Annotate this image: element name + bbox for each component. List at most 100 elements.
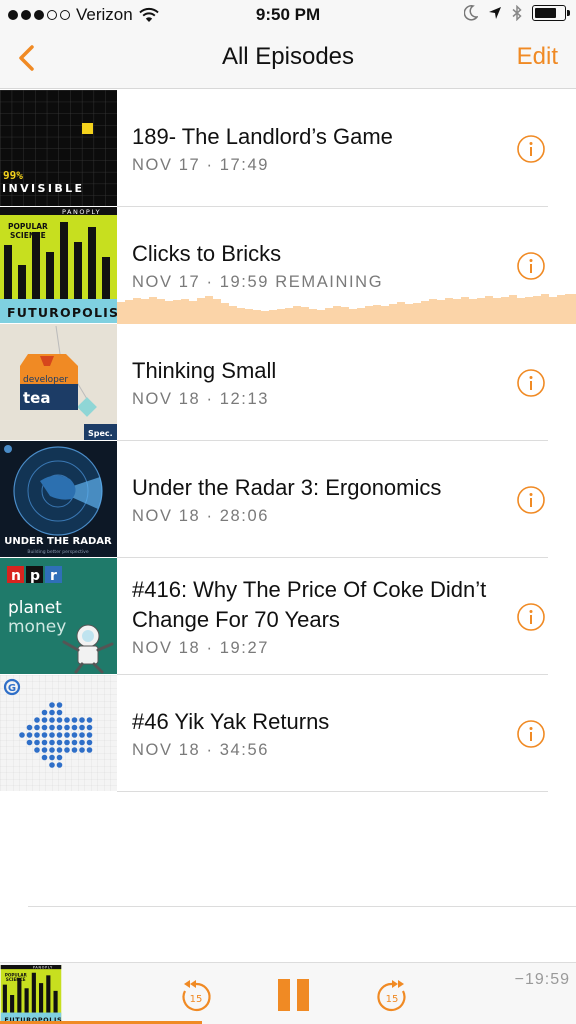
info-button[interactable] [516,719,546,749]
artwork-dot [41,724,48,731]
page-title: All Episodes [221,43,355,70]
art-text: developer [23,375,68,385]
pause-icon [278,979,309,1011]
episode-row[interactable]: G #46 Yik Yak Returns NOV 18 · 34:56 [0,675,576,792]
episode-text: #416: Why The Price Of Coke Didn’t Chang… [132,558,506,674]
status-right [464,5,570,21]
now-playing-artwork[interactable]: PANOPLY POPULAR SCIENCE FUTUROPOLIS [0,965,62,1024]
artwork-dot [56,724,63,731]
artwork-dot [71,732,78,738]
status-bar: Verizon 9:50 PM [0,0,576,30]
episode-text: Under the Radar 3: Ergonomics NOV 18 · 2… [132,441,506,557]
info-button[interactable] [516,134,546,164]
info-button[interactable] [516,251,546,281]
artwork-dot [79,747,85,753]
episode-title: #416: Why The Price Of Coke Didn’t Chang… [132,576,487,632]
info-icon [517,486,545,514]
artwork-dot [71,724,78,731]
artwork-dot [56,717,63,723]
edit-button[interactable]: Edit [517,43,558,71]
artwork-dot [26,732,33,738]
podcast-artwork-99-invisible: 99% INVISIBLE [0,90,117,206]
artwork-dot [49,754,55,761]
info-icon [517,369,545,397]
artwork-dot [49,747,55,753]
moon-icon [464,5,478,21]
episode-meta: NOV 17 · 19:59 REMAINING [132,272,384,291]
podcast-artwork-under-the-radar: UNDER THE RADAR Building better perspect… [0,441,117,557]
pause-button[interactable] [274,975,314,1015]
art-text: UNDER THE RADAR [4,536,112,547]
episode-text: #46 Yik Yak Returns NOV 18 · 34:56 [132,675,506,791]
artwork-dot [41,709,48,716]
artwork-dot [56,709,63,716]
artwork-dot [64,717,70,723]
episode-title: #46 Yik Yak Returns [132,708,330,734]
artwork-dot [49,732,55,738]
artwork-dot [49,717,55,723]
art-text: tea [23,389,50,407]
art-text: Spec. [88,429,113,438]
battery-icon [532,5,570,21]
artwork-dot [71,717,78,723]
artwork-dot [41,747,48,753]
time-remaining: −19:59 [514,971,570,988]
artwork-dot [34,717,40,723]
artwork-dot [41,739,48,746]
skip-back-seconds: 15 [190,994,203,1005]
artwork-dot [56,762,63,768]
episode-title: Thinking Small [132,357,277,383]
artwork-dot [56,702,63,708]
episode-text: Clicks to Bricks NOV 17 · 19:59 REMAININ… [132,207,506,323]
episode-row[interactable]: 99% INVISIBLE 189- The Landlord’s Game N… [0,90,576,207]
art-text: n [11,568,21,584]
artwork-dot [34,724,40,731]
artwork-dot [71,747,78,753]
podcast-artwork-planet-money: n p r planet money [0,558,117,674]
artwork-dot [79,732,85,738]
artwork-dot [79,724,85,731]
artwork-dot [64,732,70,738]
info-icon [517,603,545,631]
episode-row-now-playing[interactable]: PANOPLY POPULAR SCIENCE FUTUROPOLIS Clic… [0,207,576,324]
artwork-dot [56,739,63,746]
artwork-dot [49,724,55,731]
art-text: planet [8,598,62,618]
list-separator [28,906,576,907]
info-icon [517,252,545,280]
art-text: Building better perspective [27,549,88,555]
episode-text: 189- The Landlord’s Game NOV 17 · 17:49 [132,90,506,206]
episode-meta: NOV 18 · 34:56 [132,740,270,759]
skip-back-button[interactable]: 15 [176,975,216,1015]
episode-list: 99% INVISIBLE 189- The Landlord’s Game N… [0,90,576,792]
episode-row[interactable]: UNDER THE RADAR Building better perspect… [0,441,576,558]
artwork-dot [64,739,70,746]
skip-back-15-icon: 15 [182,980,211,1012]
info-button[interactable] [516,602,546,632]
artwork-dot [71,739,78,746]
art-text: FUTUROPOLIS [7,305,117,320]
skip-forward-button[interactable]: 15 [372,975,412,1015]
artwork-dot [19,732,25,738]
artwork-dot [86,732,93,738]
episode-text: Thinking Small NOV 18 · 12:13 [132,324,506,440]
episode-row[interactable]: n p r planet money #416: Why The Price O… [0,558,576,675]
episode-meta: NOV 17 · 17:49 [132,155,270,174]
info-button[interactable] [516,485,546,515]
artwork-dot [41,754,48,761]
art-text: INVISIBLE [2,182,84,195]
artwork-dot [34,747,40,753]
artwork-dot [86,747,93,753]
art-text: G [8,683,16,694]
info-icon [517,720,545,748]
podcast-artwork-gimlet: G [0,675,117,791]
info-button[interactable] [516,368,546,398]
navigation-bar: All Episodes Edit [0,30,576,89]
artwork-dot [56,732,63,738]
episode-title: 189- The Landlord’s Game [132,123,393,149]
episode-row[interactable]: developer tea Spec. Thinking Small NOV 1… [0,324,576,441]
episode-meta: NOV 18 · 28:06 [132,506,270,525]
artwork-dot [56,754,63,761]
mini-player[interactable]: PANOPLY POPULAR SCIENCE FUTUROPOLIS 15 1… [0,962,576,1024]
artwork-dot [49,709,55,716]
